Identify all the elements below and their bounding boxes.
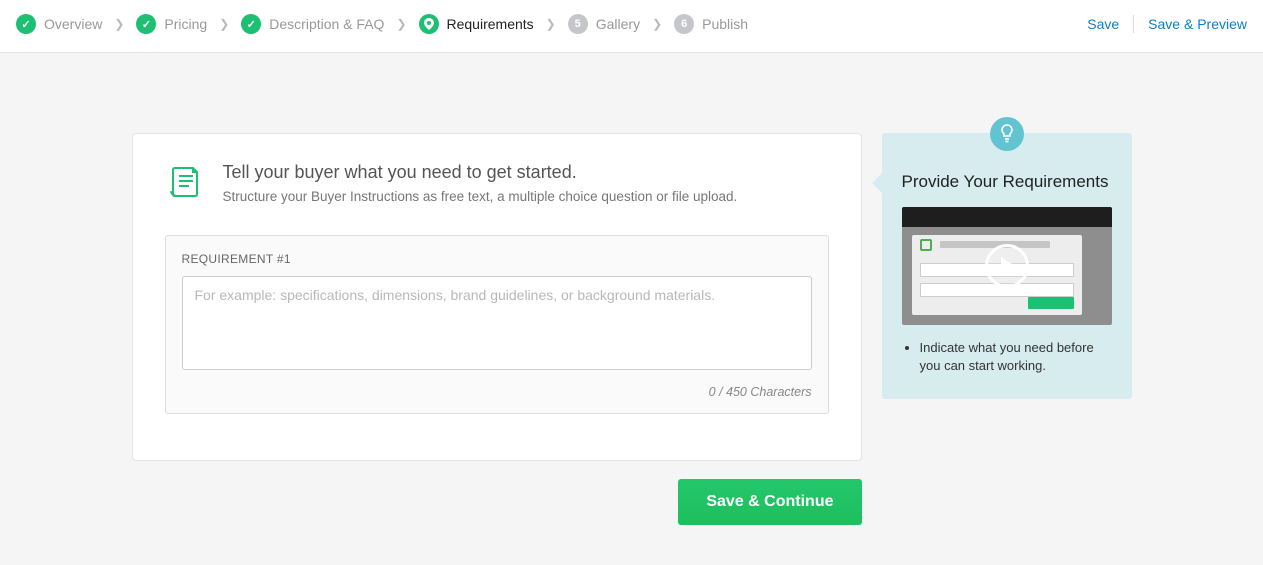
step-description-faq[interactable]: ✓ Description & FAQ [241,14,384,34]
step-publish[interactable]: 6 Publish [674,14,748,34]
step-label: Gallery [596,16,640,32]
tips-panel: Provide Your Requirements Indicate what … [882,133,1132,399]
play-icon [985,244,1029,288]
step-number: 6 [674,14,694,34]
check-icon: ✓ [136,14,156,34]
save-preview-link[interactable]: Save & Preview [1148,16,1247,32]
tips-video-thumb[interactable] [902,207,1112,325]
step-label: Requirements [447,16,534,32]
requirement-box: REQUIREMENT #1 0 / 450 Characters [165,235,829,414]
page-subtitle: Structure your Buyer Instructions as fre… [223,189,738,204]
tips-title: Provide Your Requirements [902,171,1112,193]
page-title: Tell your buyer what you need to get sta… [223,162,738,183]
step-label: Publish [702,16,748,32]
save-link[interactable]: Save [1087,16,1119,32]
chevron-right-icon: ❯ [114,17,124,31]
step-overview[interactable]: ✓ Overview [16,14,102,34]
divider [1133,15,1134,33]
chevron-right-icon: ❯ [546,17,556,31]
chevron-right-icon: ❯ [219,17,229,31]
check-icon: ✓ [16,14,36,34]
tips-bullet: Indicate what you need before you can st… [920,339,1112,375]
step-requirements[interactable]: Requirements [419,14,534,34]
chevron-right-icon: ❯ [652,17,662,31]
top-actions: Save Save & Preview [1087,15,1247,33]
requirement-label: REQUIREMENT #1 [182,252,812,266]
step-number: 5 [568,14,588,34]
step-label: Overview [44,16,102,32]
step-label: Pricing [164,16,207,32]
wizard-steps: ✓ Overview ❯ ✓ Pricing ❯ ✓ Description &… [16,14,748,34]
chevron-right-icon: ❯ [396,17,406,31]
requirements-card: Tell your buyer what you need to get sta… [132,133,862,461]
document-icon [165,162,205,207]
step-label: Description & FAQ [269,16,384,32]
lightbulb-icon [990,117,1024,151]
check-icon: ✓ [241,14,261,34]
char-counter: 0 / 450 Characters [182,385,812,399]
step-pricing[interactable]: ✓ Pricing [136,14,207,34]
requirement-input[interactable] [182,276,812,370]
location-pin-icon [419,14,439,34]
save-continue-button[interactable]: Save & Continue [678,479,861,525]
step-gallery[interactable]: 5 Gallery [568,14,640,34]
